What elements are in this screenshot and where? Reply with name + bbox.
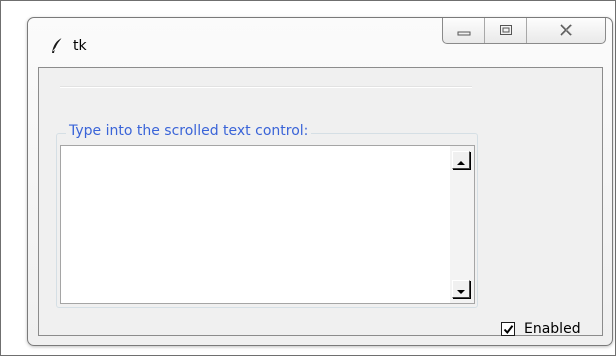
vertical-scrollbar[interactable] <box>450 146 474 303</box>
scrolled-text-control <box>60 145 475 304</box>
minimize-icon <box>457 21 471 40</box>
window-title: tk <box>73 38 87 54</box>
restore-icon <box>499 21 513 40</box>
app-window: tk Type into the scrolled text control: … <box>27 17 613 346</box>
text-labelframe: Type into the scrolled text control: <box>56 123 478 308</box>
checkbox-box[interactable] <box>501 322 515 336</box>
caption-buttons <box>442 18 606 44</box>
arrow-up-icon <box>456 151 466 170</box>
minimize-button[interactable] <box>443 18 485 43</box>
labelframe-title: Type into the scrolled text control: <box>66 123 312 139</box>
arrow-down-icon <box>456 280 466 299</box>
close-icon <box>559 21 573 40</box>
restore-button[interactable] <box>485 18 527 43</box>
enabled-checkbox[interactable]: Enabled <box>501 319 581 339</box>
tk-feather-icon <box>50 37 64 55</box>
title-bar[interactable]: tk <box>28 18 612 66</box>
scrolled-text-input[interactable] <box>61 146 451 303</box>
separator <box>60 86 472 88</box>
scroll-up-button[interactable] <box>452 151 470 169</box>
checkbox-label: Enabled <box>524 321 581 337</box>
scroll-down-button[interactable] <box>452 280 470 298</box>
checkmark-icon <box>503 320 514 339</box>
client-area: Type into the scrolled text control: Ena… <box>38 67 603 339</box>
close-button[interactable] <box>527 18 605 43</box>
